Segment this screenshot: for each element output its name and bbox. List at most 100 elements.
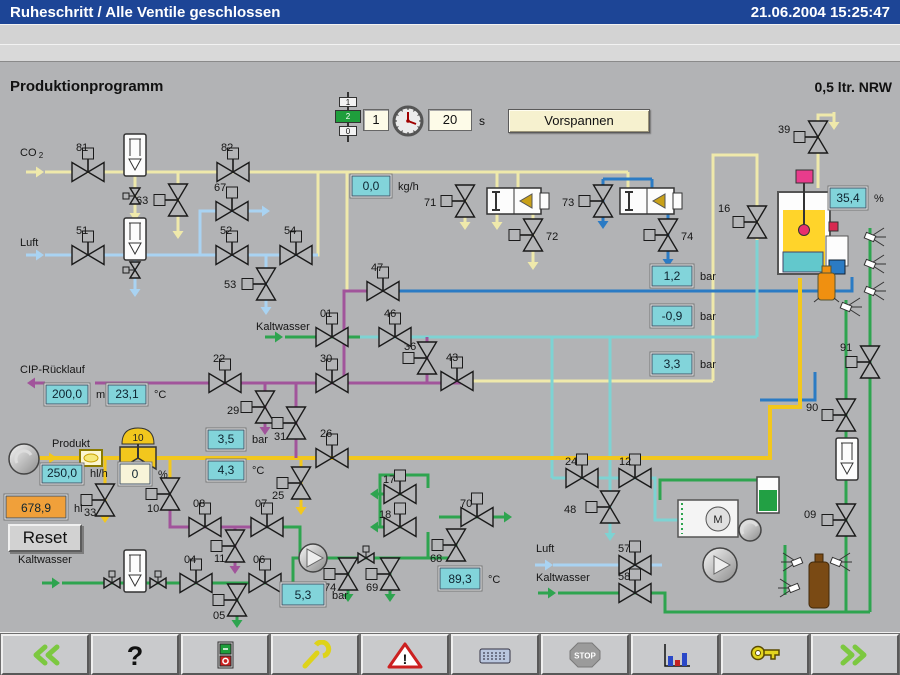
valve-number: 22 [213, 353, 225, 365]
valve-number: 08 [193, 498, 205, 510]
toolbar-button-login[interactable] [721, 634, 809, 675]
valve-18[interactable]: 18 [379, 503, 416, 537]
valve-number: 25 [272, 490, 284, 502]
flow-arrow [26, 167, 44, 178]
valve-number: 33 [84, 507, 96, 519]
valve-54[interactable]: 54 [280, 225, 312, 265]
vorspannen-button[interactable]: Vorspannen [508, 109, 650, 133]
valve-26[interactable]: 26 [316, 428, 348, 468]
line-label: Luft [20, 237, 38, 249]
toolbar-button-switch[interactable] [181, 634, 269, 675]
key-icon [745, 640, 785, 670]
toolbar-button-stop[interactable]: STOP [541, 634, 629, 675]
valve-09[interactable]: 09 [804, 504, 856, 536]
motor-unit[interactable]: M [678, 500, 738, 537]
step-number-field[interactable]: 1 [363, 109, 389, 131]
reset-button[interactable]: Reset [8, 524, 82, 552]
valve-04[interactable]: 04 [180, 554, 212, 593]
valve-47[interactable]: 47 [367, 262, 399, 301]
stop-icon: STOP [565, 640, 605, 670]
spray-nozzle-icon [864, 228, 886, 246]
valve-31[interactable]: 31 [272, 407, 306, 443]
valve-29[interactable]: 29 [227, 391, 275, 423]
display-product-temp: 4,3°C [206, 459, 264, 482]
pump[interactable] [739, 519, 761, 541]
valve-53[interactable]: 53 [224, 268, 276, 300]
valve-16[interactable]: 16 [718, 203, 767, 238]
display-cip-temp: 23,1°C [106, 383, 166, 406]
valve-number: 82 [221, 142, 233, 154]
spray-nozzle-icon [840, 298, 862, 316]
valve-number: 72 [546, 231, 558, 243]
pump[interactable] [703, 548, 737, 582]
valve-51[interactable]: 51 [72, 225, 104, 265]
manual-valve [150, 571, 166, 588]
valve-58[interactable]: 58 [618, 569, 651, 603]
valve-number: 48 [564, 504, 576, 516]
toolbar-button-keyboard[interactable] [451, 634, 539, 675]
toolbar-button-back[interactable] [1, 634, 89, 675]
valve-43[interactable]: 43 [441, 352, 473, 391]
valve-70[interactable]: 70 [460, 493, 493, 527]
svg-text:bar: bar [700, 311, 716, 323]
valve-05[interactable]: 05 [213, 584, 247, 622]
valve-number: 07 [255, 498, 267, 510]
valve-number: 26 [320, 428, 332, 440]
valve-72[interactable]: 72 [509, 219, 558, 251]
wrench-icon [295, 640, 335, 670]
double-seat-valve-unit [487, 188, 549, 214]
pipe-green-45 [660, 480, 757, 500]
line-label: CO 2 [20, 147, 44, 160]
valve-82[interactable]: 82 [217, 142, 249, 182]
valve-71[interactable]: 71 [424, 185, 475, 217]
toolbar-button-alarm[interactable]: ! [361, 634, 449, 675]
pump[interactable] [299, 544, 327, 572]
valve-number: 06 [253, 554, 265, 566]
display-water-temp: 89,3°C [438, 566, 500, 591]
valve-07[interactable]: 07 [251, 498, 283, 537]
manual-valve [104, 571, 120, 588]
valve-52[interactable]: 52 [216, 225, 248, 265]
valve-74[interactable]: 74 [324, 558, 358, 594]
pipe-steel-18 [397, 277, 852, 291]
flow-arrow [173, 221, 184, 239]
valve-number: 71 [424, 197, 436, 209]
valve-63[interactable]: 63 [136, 184, 188, 216]
toolbar-button-forward[interactable] [811, 634, 899, 675]
valve-06[interactable]: 06 [249, 554, 281, 593]
svg-text:5,3: 5,3 [295, 588, 312, 602]
valve-69[interactable]: 69 [366, 558, 400, 594]
valve-81[interactable]: 81 [72, 142, 104, 182]
toolbar-button-help[interactable]: ? [91, 634, 179, 675]
pump[interactable] [9, 444, 39, 474]
valve-08[interactable]: 08 [189, 498, 221, 537]
valve-67[interactable]: 67 [214, 182, 248, 221]
valve-22[interactable]: 22 [209, 353, 241, 393]
valve-74[interactable]: 74 [644, 219, 693, 251]
valve-90[interactable]: 90 [806, 399, 856, 431]
filter-strainer [124, 218, 146, 260]
filter-strainer [836, 438, 858, 480]
question-icon: ? [115, 640, 155, 670]
svg-text:?: ? [127, 641, 144, 670]
valve-25[interactable]: 25 [272, 467, 311, 502]
valve-68[interactable]: 68 [430, 529, 466, 565]
valve-number: 51 [76, 225, 88, 237]
valve-11[interactable]: 11 [211, 530, 245, 565]
step-prev: 1 [339, 97, 357, 107]
valve-39[interactable]: 39 [778, 121, 828, 153]
svg-text:0: 0 [132, 467, 139, 481]
valve-36[interactable]: 36 [403, 341, 437, 374]
toolbar-button-service[interactable] [271, 634, 359, 675]
flow-arrow [26, 250, 44, 261]
step-time-field[interactable]: 20 [428, 109, 472, 131]
valve-73[interactable]: 73 [562, 185, 613, 217]
toolbar-button-trend[interactable] [631, 634, 719, 675]
display-tank-level: 35,4% [828, 186, 884, 210]
line-label: Produkt [52, 438, 90, 450]
valve-46[interactable]: 46 [379, 308, 411, 347]
switch-icon [205, 640, 245, 670]
svg-text:hl: hl [74, 503, 83, 515]
flow-arrow [42, 578, 60, 589]
valve-33[interactable]: 33 [81, 484, 115, 519]
